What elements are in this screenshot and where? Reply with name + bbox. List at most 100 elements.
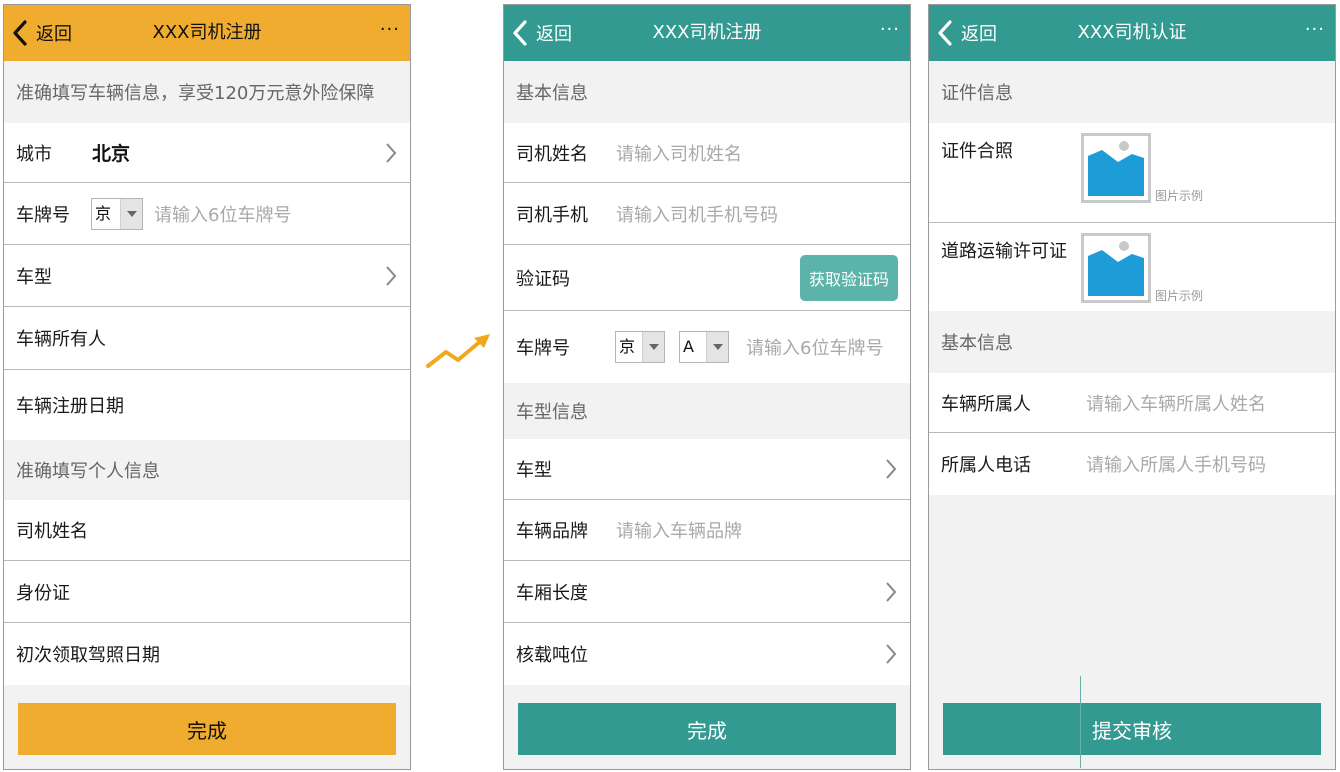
label-brand: 车辆品牌 (516, 521, 588, 542)
driver-name-input[interactable]: 请输入司机姓名 (616, 140, 742, 166)
chevron-left-icon (513, 20, 527, 46)
cert-photo-upload[interactable] (1081, 133, 1151, 203)
row-owner-phone: 所属人电话 请输入所属人手机号码 (929, 433, 1335, 495)
row-length[interactable]: 车厢长度 (504, 561, 910, 623)
label-verify-code: 验证码 (516, 268, 570, 290)
guide-line (1080, 676, 1081, 768)
ellipsis-icon[interactable]: ··· (1305, 19, 1325, 40)
label-reg-date: 车辆注册日期 (16, 396, 124, 417)
section-cert: 证件信息 (929, 61, 1335, 123)
row-owner[interactable]: 车辆所有人 (4, 307, 410, 370)
label-city: 城市 (16, 143, 52, 165)
submit-label: 提交审核 (1092, 718, 1172, 743)
row-brand: 车辆品牌 请输入车辆品牌 (504, 500, 910, 561)
section-basic: 基本信息 (929, 311, 1335, 373)
value-city: 北京 (92, 143, 131, 165)
row-plate: 车牌号 京 请输入6位车牌号 (4, 183, 410, 245)
chevron-right-icon (886, 644, 897, 664)
section-personal: 准确填写个人信息 (4, 440, 410, 500)
submit-review-button[interactable]: 提交审核 (943, 703, 1321, 755)
province-select[interactable]: 京 (615, 331, 665, 363)
screen-driver-register-teal: 返回 XXX司机注册 ··· 基本信息 司机姓名 请输入司机姓名 司机手机 请输… (503, 4, 911, 770)
province-value: 京 (95, 203, 112, 223)
nav-bar: 返回 XXX司机认证 ··· (929, 5, 1335, 61)
row-reg-date[interactable]: 车辆注册日期 (4, 370, 410, 440)
screen-driver-register-orange: 返回 XXX司机注册 ··· 准确填写车辆信息，享受120万元意外险保障 城市 … (3, 4, 411, 770)
row-road-permit: 道路运输许可证 图片示例 (929, 223, 1335, 311)
label-tonnage: 核载吨位 (516, 645, 588, 666)
row-city[interactable]: 城市 北京 (4, 123, 410, 183)
prototype-canvas: 返回 XXX司机注册 ··· 准确填写车辆信息，享受120万元意外险保障 城市 … (0, 0, 1340, 772)
label-cert-photo: 证件合照 (941, 141, 1013, 162)
photo-caption: 图片示例 (1155, 189, 1204, 203)
back-label: 返回 (536, 24, 572, 45)
section-basic: 基本信息 (504, 61, 910, 123)
notice-banner: 准确填写车辆信息，享受120万元意外险保障 (4, 61, 410, 123)
back-button[interactable]: 返回 (937, 15, 997, 51)
label-plate: 车牌号 (516, 338, 570, 359)
row-cert-photo: 证件合照 图片示例 (929, 123, 1335, 223)
vehicle-owner-input[interactable]: 请输入车辆所属人姓名 (1086, 390, 1266, 416)
letter-select[interactable]: A (679, 331, 729, 363)
label-owner: 车辆所有人 (16, 329, 106, 350)
chevron-right-icon (886, 459, 897, 479)
label-driver-name: 司机姓名 (16, 521, 88, 542)
caret-down-icon (120, 198, 142, 229)
chevron-right-icon (386, 142, 397, 163)
notice-text: 准确填写车辆信息，享受120万元意外险保障 (16, 83, 375, 104)
back-label: 返回 (961, 24, 997, 45)
row-driver-phone: 司机手机 请输入司机手机号码 (504, 183, 910, 245)
label-owner-phone: 所属人电话 (941, 455, 1031, 476)
section-title: 准确填写个人信息 (16, 461, 160, 482)
chevron-left-icon (938, 20, 952, 46)
get-code-label: 获取验证码 (808, 270, 889, 289)
chevron-left-icon (13, 20, 27, 46)
image-placeholder-icon (1088, 241, 1144, 296)
ellipsis-icon[interactable]: ··· (880, 19, 900, 40)
section-title: 证件信息 (941, 83, 1013, 104)
back-button[interactable]: 返回 (12, 15, 72, 51)
owner-phone-input[interactable]: 请输入所属人手机号码 (1086, 451, 1266, 477)
ellipsis-icon[interactable]: ··· (380, 19, 400, 40)
chevron-right-icon (386, 265, 397, 286)
label-driver-name: 司机姓名 (516, 143, 588, 165)
trend-arrow-icon (426, 334, 490, 368)
row-model[interactable]: 车型 (504, 439, 910, 500)
row-verify-code: 验证码 获取验证码 (504, 245, 910, 311)
chevron-right-icon (886, 581, 897, 602)
label-road-permit: 道路运输许可证 (941, 241, 1067, 262)
plate-input[interactable]: 请输入6位车牌号 (746, 334, 883, 360)
back-label: 返回 (36, 24, 72, 45)
get-code-button[interactable]: 获取验证码 (800, 255, 898, 301)
label-plate: 车牌号 (16, 204, 70, 226)
screen-driver-certify: 返回 XXX司机认证 ··· 证件信息 证件合照 图片示例 道路运输许可证 图片… (928, 4, 1336, 770)
brand-input[interactable]: 请输入车辆品牌 (616, 517, 742, 543)
province-value: 京 (619, 337, 636, 356)
nav-bar: 返回 XXX司机注册 ··· (504, 5, 910, 61)
row-license-date[interactable]: 初次领取驾照日期 (4, 623, 410, 685)
done-button[interactable]: 完成 (518, 703, 896, 755)
row-model[interactable]: 车型 (4, 245, 410, 307)
label-vehicle-owner: 车辆所属人 (941, 393, 1031, 415)
driver-phone-input[interactable]: 请输入司机手机号码 (616, 201, 778, 227)
row-tonnage[interactable]: 核载吨位 (504, 623, 910, 685)
done-button[interactable]: 完成 (18, 703, 396, 755)
image-placeholder-icon (1088, 141, 1144, 196)
row-driver-name: 司机姓名 请输入司机姓名 (504, 123, 910, 183)
section-title: 基本信息 (516, 83, 588, 104)
label-id-card: 身份证 (16, 582, 70, 604)
letter-value: A (683, 337, 694, 356)
nav-bar: 返回 XXX司机注册 ··· (4, 5, 410, 61)
row-id-card[interactable]: 身份证 (4, 561, 410, 623)
label-driver-phone: 司机手机 (516, 204, 588, 226)
done-label: 完成 (687, 718, 727, 743)
section-title: 基本信息 (941, 333, 1013, 354)
row-driver-name[interactable]: 司机姓名 (4, 500, 410, 561)
plate-input[interactable]: 请输入6位车牌号 (154, 201, 291, 227)
row-vehicle-owner: 车辆所属人 请输入车辆所属人姓名 (929, 373, 1335, 433)
label-model: 车型 (516, 460, 552, 481)
back-button[interactable]: 返回 (512, 15, 572, 51)
road-permit-upload[interactable] (1081, 233, 1151, 303)
province-select[interactable]: 京 (91, 197, 143, 230)
section-title: 车型信息 (516, 402, 588, 423)
